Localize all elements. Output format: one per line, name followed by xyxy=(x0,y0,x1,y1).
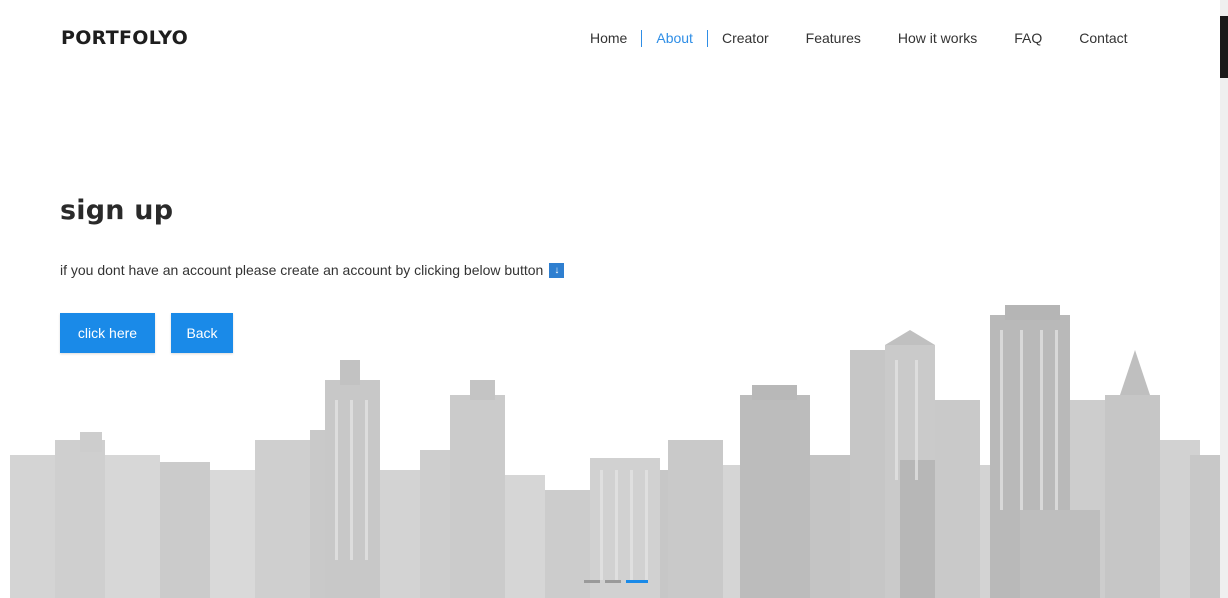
nav-contact[interactable]: Contact xyxy=(1079,30,1127,46)
nav-how-it-works[interactable]: How it works xyxy=(898,30,977,46)
carousel-indicators xyxy=(584,580,648,583)
carousel-indicator-active[interactable] xyxy=(626,580,648,583)
nav-divider xyxy=(641,29,643,47)
nav-features[interactable]: Features xyxy=(806,30,861,46)
signup-button[interactable]: click here xyxy=(60,313,155,353)
arrow-down-icon: ↓ xyxy=(549,262,565,278)
scrollbar-thumb[interactable] xyxy=(1220,16,1228,78)
skyline-background xyxy=(10,305,1220,598)
back-button[interactable]: Back xyxy=(171,313,233,353)
hero-description: if you dont have an account please creat… xyxy=(60,262,565,278)
nav-creator[interactable]: Creator xyxy=(722,30,769,46)
page: PORTFOLYO Home About Creator Features Ho… xyxy=(0,0,1228,598)
nav-about[interactable]: About xyxy=(656,30,693,46)
page-title: sign up xyxy=(60,195,174,226)
main-nav: Home About Creator Features How it works… xyxy=(590,28,1128,48)
brand-logo[interactable]: PORTFOLYO xyxy=(61,27,188,49)
hero-description-text: if you dont have an account please creat… xyxy=(60,262,544,278)
carousel-indicator[interactable] xyxy=(605,580,621,583)
nav-home[interactable]: Home xyxy=(590,30,627,46)
scrollbar[interactable] xyxy=(1220,0,1228,598)
carousel-indicator[interactable] xyxy=(584,580,600,583)
nav-divider xyxy=(706,29,708,47)
nav-faq[interactable]: FAQ xyxy=(1014,30,1042,46)
